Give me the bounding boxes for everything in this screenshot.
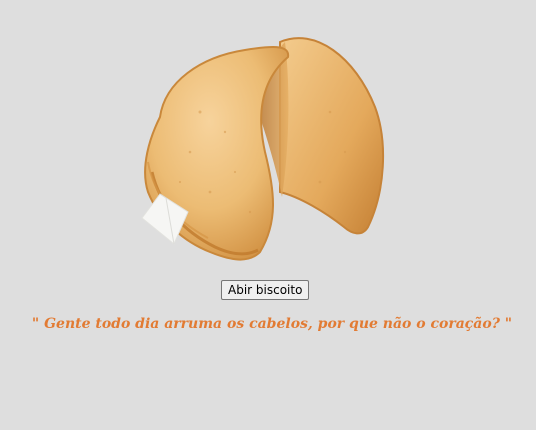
fortune-cookie-image xyxy=(130,22,390,267)
open-cookie-button[interactable]: Abir biscoito xyxy=(221,280,310,300)
fortune-message: " Gente todo dia arruma os cabelos, por … xyxy=(31,316,513,332)
